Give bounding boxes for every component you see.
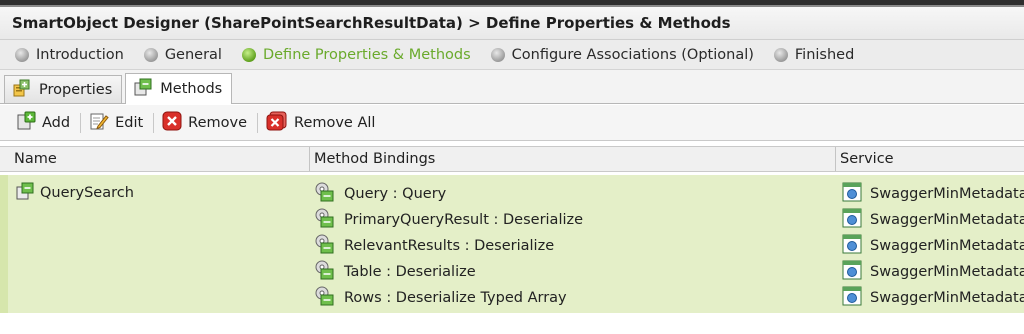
toolbar: Add Edit Remove Remove All xyxy=(0,105,1024,141)
remove-all-icon xyxy=(266,111,288,135)
method-binding: RelevantResults : Deserialize xyxy=(314,234,554,258)
binding-label: Rows : Deserialize Typed Array xyxy=(344,290,567,306)
step-status-icon xyxy=(15,47,29,62)
grid-header: Name Method Bindings Service xyxy=(0,146,1024,172)
methods-icon xyxy=(134,78,152,100)
wizard-step-configure-associations[interactable]: Configure Associations (Optional) xyxy=(490,46,754,63)
method-binding: Query : Query xyxy=(314,182,446,206)
step-status-icon xyxy=(773,47,788,62)
wizard-step-label: Introduction xyxy=(36,46,124,63)
wizard-step-general[interactable]: General xyxy=(143,46,222,63)
remove-button[interactable]: Remove xyxy=(162,111,253,135)
toolbar-divider xyxy=(257,112,259,133)
window-top-edge xyxy=(0,0,1024,7)
wizard-step-finished[interactable]: Finished xyxy=(773,46,855,63)
binding-label: Query : Query xyxy=(344,186,447,202)
window-title: SmartObject Designer (SharePointSearchRe… xyxy=(0,7,1024,40)
service-method-icon xyxy=(314,208,336,232)
service-method-icon xyxy=(314,234,336,258)
add-button[interactable]: Add xyxy=(16,111,76,135)
remove-label: Remove xyxy=(188,114,248,131)
column-header-service[interactable]: Service xyxy=(835,147,894,171)
remove-all-button[interactable]: Remove All xyxy=(266,111,381,135)
wizard-step-define-properties-methods[interactable]: Define Properties & Methods xyxy=(241,46,471,63)
edit-icon xyxy=(89,111,109,135)
wizard-step-introduction[interactable]: Introduction xyxy=(15,47,124,63)
edit-button[interactable]: Edit xyxy=(89,111,149,135)
tab-strip: Properties Methods xyxy=(0,70,1024,104)
service-method-icon xyxy=(314,182,336,206)
service-cell: SwaggerMinMetadata xyxy=(842,286,1024,310)
method-binding: PrimaryQueryResult : Deserialize xyxy=(314,208,583,232)
binding-label: Table : Deserialize xyxy=(344,264,476,280)
service-instance-icon xyxy=(842,260,862,284)
wizard-steps: Introduction General Define Properties &… xyxy=(0,40,1024,70)
service-cell: SwaggerMinMetadata xyxy=(842,234,1024,258)
service-method-icon xyxy=(314,260,336,284)
add-icon xyxy=(16,111,36,135)
service-instance-icon xyxy=(842,182,862,206)
service-label: SwaggerMinMetadata xyxy=(870,238,1024,254)
method-name-cell: QuerySearch xyxy=(16,182,134,204)
tab-label: Properties xyxy=(39,81,113,98)
remove-icon xyxy=(162,111,182,135)
service-label: SwaggerMinMetadata xyxy=(870,186,1024,202)
edit-label: Edit xyxy=(115,114,144,131)
service-method-icon xyxy=(314,286,336,310)
toolbar-divider xyxy=(153,112,155,133)
add-label: Add xyxy=(42,114,71,131)
method-icon xyxy=(16,182,34,204)
properties-icon xyxy=(13,79,31,101)
table-row[interactable]: QuerySearch Query : Query PrimaryQueryRe… xyxy=(0,175,1024,313)
service-instance-icon xyxy=(842,234,862,258)
step-status-icon xyxy=(490,47,505,62)
step-active-icon xyxy=(241,47,256,62)
tab-methods[interactable]: Methods xyxy=(125,73,233,104)
remove-all-label: Remove All xyxy=(294,114,376,131)
service-label: SwaggerMinMetadata xyxy=(870,264,1024,280)
wizard-step-label: Configure Associations (Optional) xyxy=(511,46,754,63)
binding-label: RelevantResults : Deserialize xyxy=(344,238,555,254)
wizard-step-label: Define Properties & Methods xyxy=(262,46,471,63)
service-cell: SwaggerMinMetadata xyxy=(842,208,1024,232)
service-instance-icon xyxy=(842,208,862,232)
method-binding: Rows : Deserialize Typed Array xyxy=(314,286,567,310)
service-cell: SwaggerMinMetadata xyxy=(842,260,1024,284)
service-label: SwaggerMinMetadata xyxy=(870,290,1024,306)
tab-properties[interactable]: Properties xyxy=(4,75,123,103)
service-label: SwaggerMinMetadata xyxy=(870,212,1024,228)
method-binding: Table : Deserialize xyxy=(314,260,476,284)
column-header-method-bindings[interactable]: Method Bindings xyxy=(309,147,435,171)
tab-label: Methods xyxy=(160,81,223,97)
wizard-step-label: General xyxy=(164,46,222,63)
service-cell: SwaggerMinMetadata xyxy=(842,182,1024,206)
service-instance-icon xyxy=(842,286,862,310)
binding-label: PrimaryQueryResult : Deserialize xyxy=(344,212,584,228)
toolbar-divider xyxy=(80,112,82,133)
method-name: QuerySearch xyxy=(40,185,134,201)
column-header-name[interactable]: Name xyxy=(10,147,57,171)
step-status-icon xyxy=(143,47,158,62)
wizard-step-label: Finished xyxy=(794,46,855,63)
